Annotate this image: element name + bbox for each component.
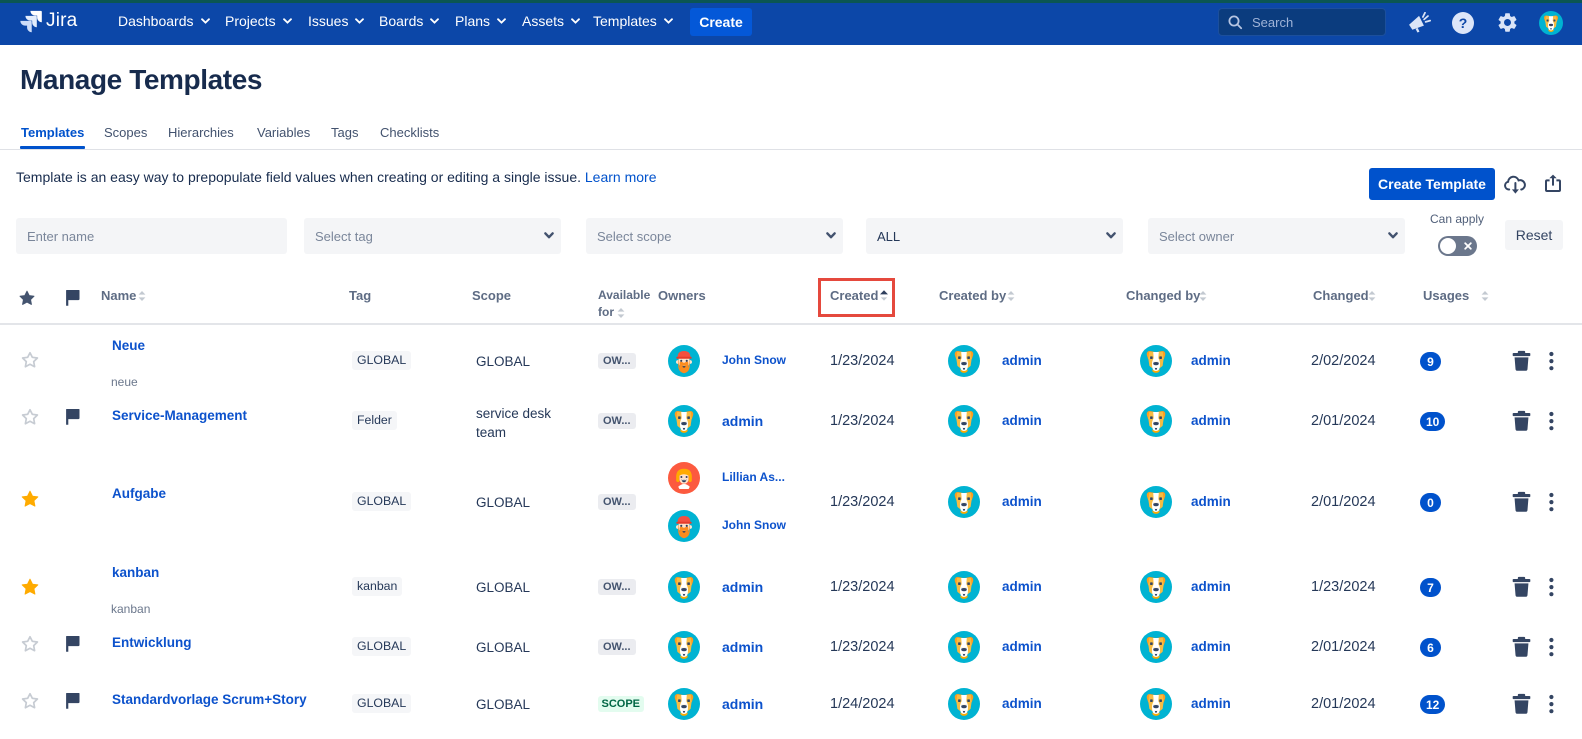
- svg-text:?: ?: [1459, 15, 1468, 31]
